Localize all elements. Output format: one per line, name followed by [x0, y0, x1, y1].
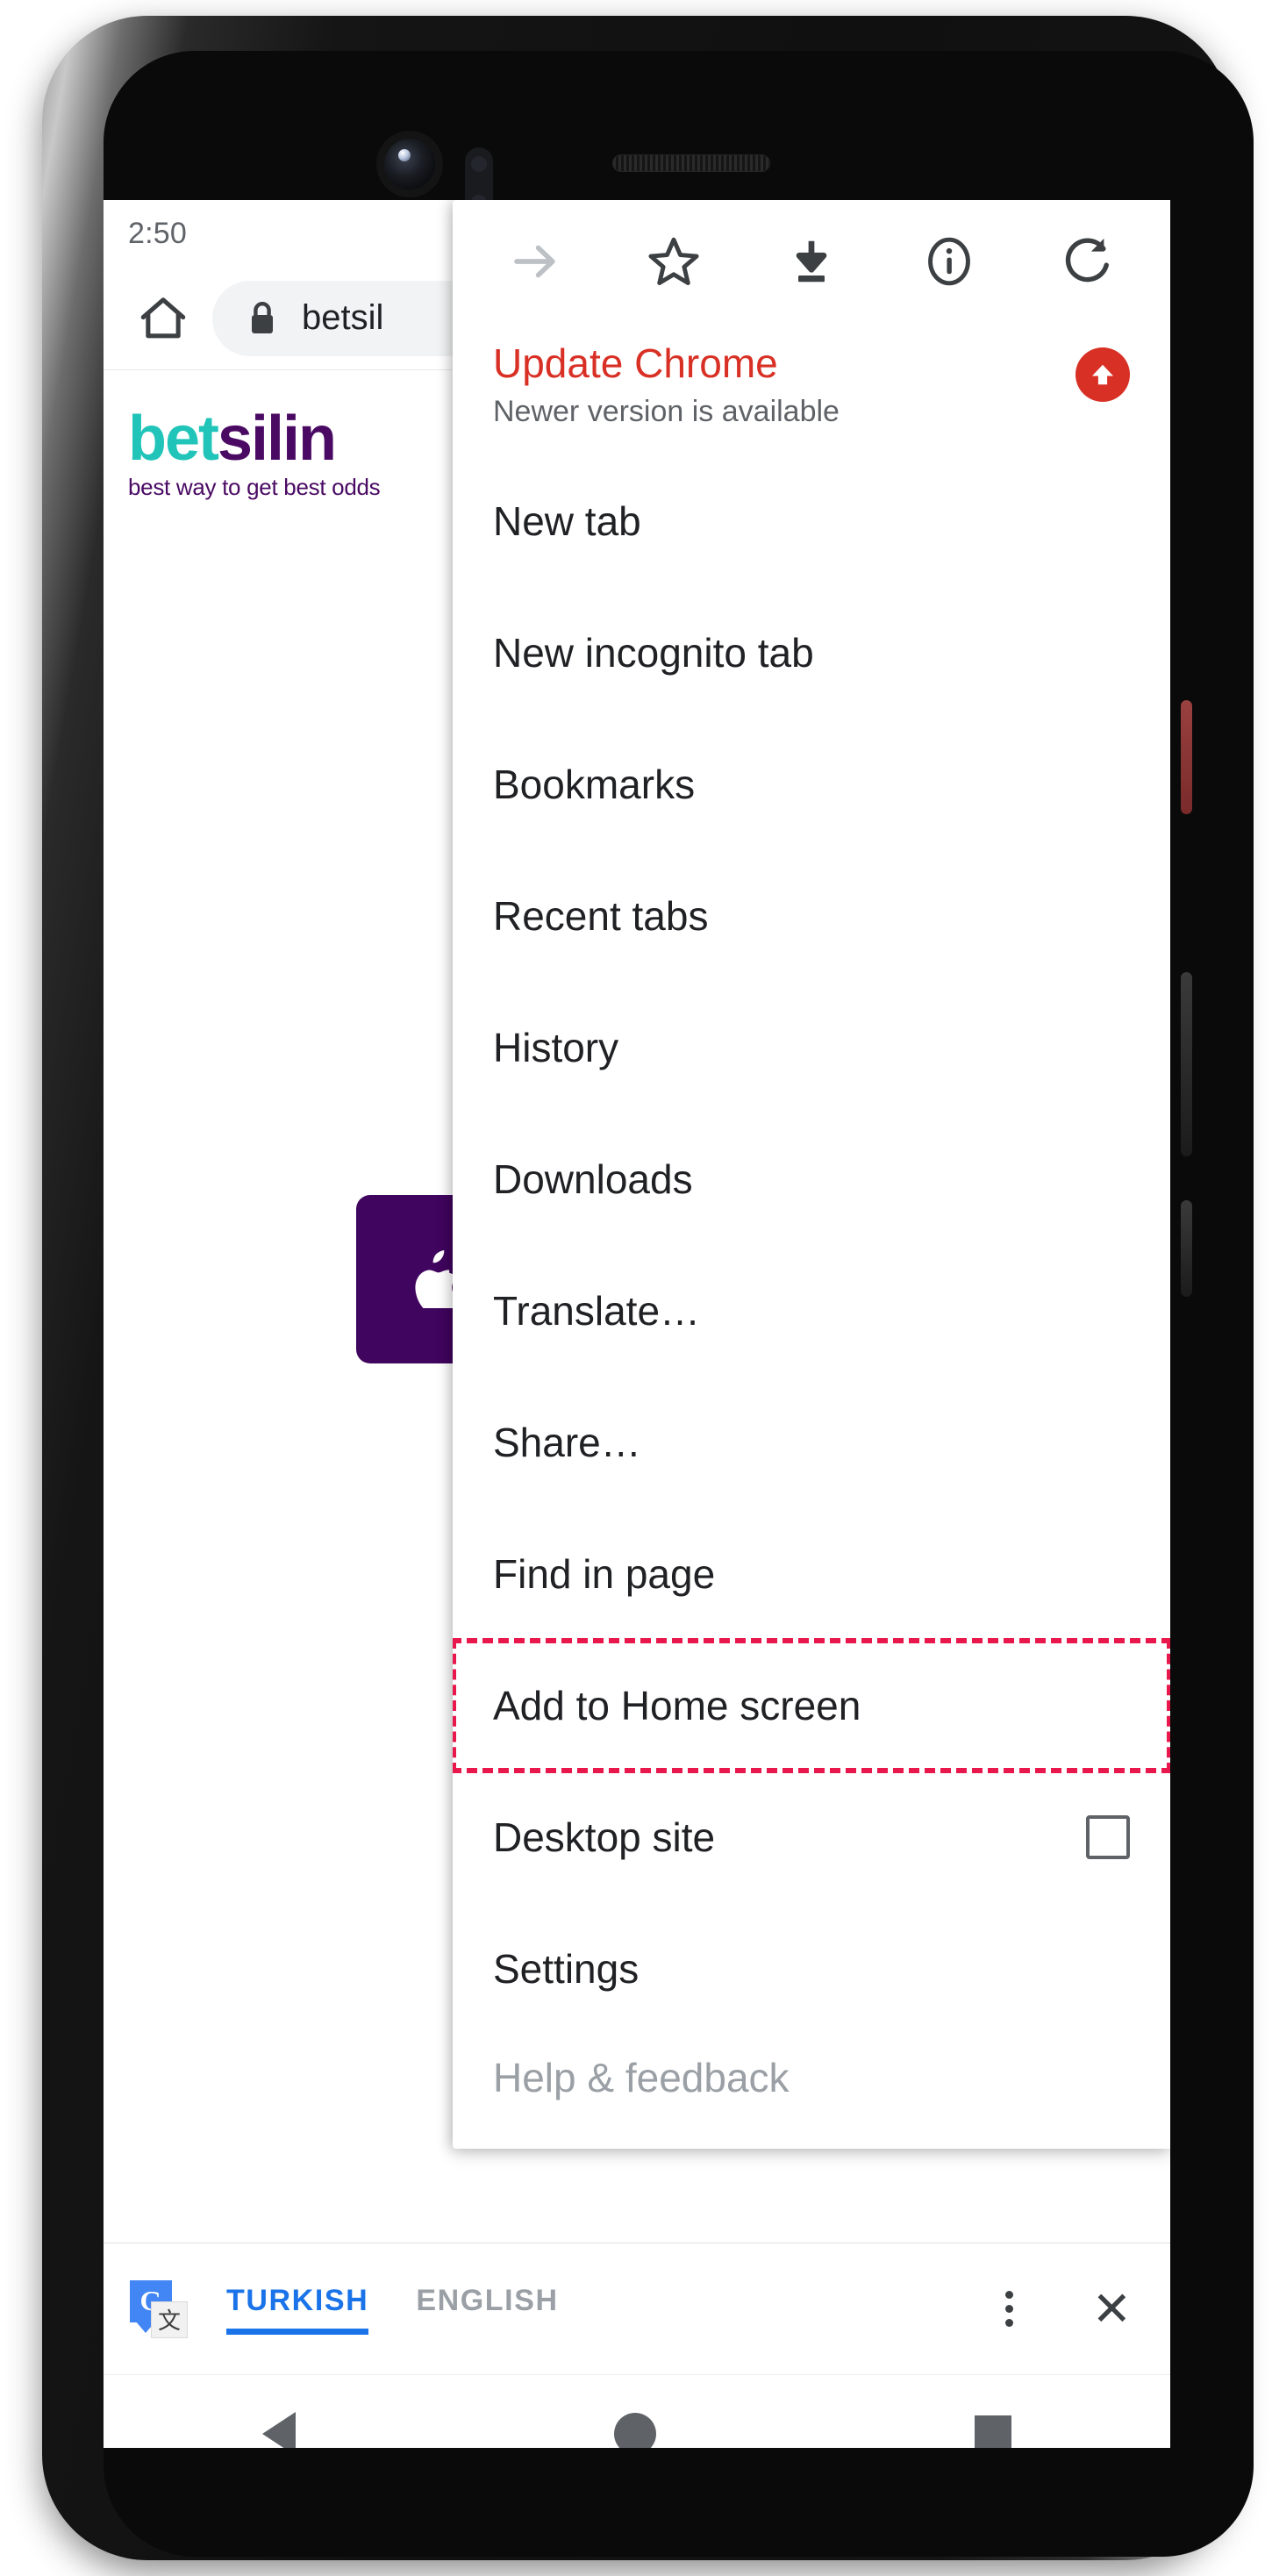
upgrade-arrow-icon	[1075, 347, 1130, 402]
url-text: betsil	[302, 298, 384, 337]
translate-actions: ✕	[1004, 2286, 1132, 2333]
menu-item-new-tab[interactable]: New tab	[453, 455, 1170, 587]
logo-part-1: bet	[128, 404, 219, 474]
status-clock: 2:50	[128, 216, 187, 250]
nav-back-icon[interactable]	[262, 2411, 297, 2448]
menu-item-bookmarks[interactable]: Bookmarks	[453, 719, 1170, 850]
power-button[interactable]	[1181, 972, 1192, 1156]
chrome-menu-scroll-area[interactable]: Update Chrome Newer version is available…	[453, 200, 1170, 2149]
update-chrome-title: Update Chrome	[493, 340, 778, 386]
desktop-site-checkbox[interactable]	[1086, 1815, 1130, 1860]
menu-item-label: New incognito tab	[493, 630, 814, 676]
menu-item-settings[interactable]: Settings	[453, 1903, 1170, 2035]
menu-item-label: History	[493, 1025, 619, 1071]
screenshot-root: 2:50 betsil betsilin best way to get bes…	[0, 0, 1272, 2576]
phone-screen: 2:50 betsil betsilin best way to get bes…	[104, 200, 1170, 2448]
menu-item-label: Help & feedback	[493, 2055, 790, 2101]
more-vert-icon[interactable]	[1004, 2291, 1013, 2327]
forward-button[interactable]	[494, 219, 578, 304]
home-button[interactable]	[126, 282, 200, 355]
menu-item-label: Share…	[493, 1420, 641, 1466]
menu-item-label: Translate…	[493, 1288, 701, 1335]
android-navigation-bar	[104, 2374, 1170, 2448]
menu-item-downloads[interactable]: Downloads	[453, 1113, 1170, 1245]
earpiece-speaker	[612, 154, 770, 172]
menu-item-recent-tabs[interactable]: Recent tabs	[453, 850, 1170, 982]
update-chrome-item[interactable]: Update Chrome Newer version is available	[453, 323, 1170, 455]
menu-item-label: Add to Home screen	[493, 1683, 861, 1729]
front-camera-icon	[384, 139, 435, 190]
close-icon[interactable]: ✕	[1092, 2286, 1132, 2333]
info-icon	[928, 237, 971, 286]
menu-item-add-to-home-screen[interactable]: Add to Home screen	[453, 1638, 1170, 1774]
google-translate-icon: G 文	[130, 2279, 188, 2338]
volume-button[interactable]	[1181, 700, 1192, 814]
google-translate-icon-target: 文	[151, 2301, 188, 2338]
home-icon	[140, 297, 186, 338]
chrome-menu-icon-row	[453, 200, 1170, 323]
chrome-overflow-menu: Update Chrome Newer version is available…	[453, 200, 1170, 2150]
translate-tab-target[interactable]: ENGLISH	[416, 2284, 558, 2329]
menu-item-label: Settings	[493, 1946, 640, 1993]
menu-item-find-in-page[interactable]: Find in page	[453, 1508, 1170, 1640]
menu-item-label: Find in page	[493, 1551, 716, 1598]
upgrade-arrow-glyph	[1092, 364, 1113, 385]
menu-item-new-incognito-tab[interactable]: New incognito tab	[453, 587, 1170, 719]
menu-item-label: New tab	[493, 498, 641, 545]
update-chrome-text: Update Chrome Newer version is available	[493, 339, 1075, 429]
download-page-button[interactable]	[769, 219, 854, 304]
menu-item-history[interactable]: History	[453, 982, 1170, 1113]
forward-arrow-icon	[513, 245, 555, 278]
translate-tab-source[interactable]: TURKISH	[226, 2284, 369, 2335]
star-icon	[648, 237, 699, 285]
menu-item-desktop-site[interactable]: Desktop site	[453, 1771, 1170, 1903]
update-chrome-subtitle: Newer version is available	[493, 395, 840, 429]
translate-infobar: G 文 TURKISH ENGLISH ✕	[104, 2243, 1170, 2374]
menu-item-label: Recent tabs	[493, 893, 709, 940]
page-info-button[interactable]	[907, 219, 991, 304]
menu-item-help-and-feedback[interactable]: Help & feedback	[453, 2035, 1170, 2149]
menu-item-label: Downloads	[493, 1156, 693, 1203]
nav-recents-icon[interactable]	[974, 2415, 1011, 2448]
menu-item-label: Bookmarks	[493, 762, 696, 808]
lock-icon	[252, 301, 273, 333]
assistant-button[interactable]	[1181, 1200, 1192, 1297]
menu-item-translate[interactable]: Translate…	[453, 1245, 1170, 1377]
reload-icon	[1066, 238, 1110, 283]
bookmark-button[interactable]	[632, 219, 716, 304]
menu-item-share[interactable]: Share…	[453, 1377, 1170, 1508]
nav-home-icon[interactable]	[613, 2412, 656, 2448]
translate-language-tabs: TURKISH ENGLISH	[226, 2284, 559, 2335]
logo-part-2: silin	[218, 404, 337, 474]
menu-item-label: Desktop site	[493, 1814, 716, 1861]
reload-button[interactable]	[1045, 219, 1129, 304]
download-icon	[796, 240, 827, 283]
